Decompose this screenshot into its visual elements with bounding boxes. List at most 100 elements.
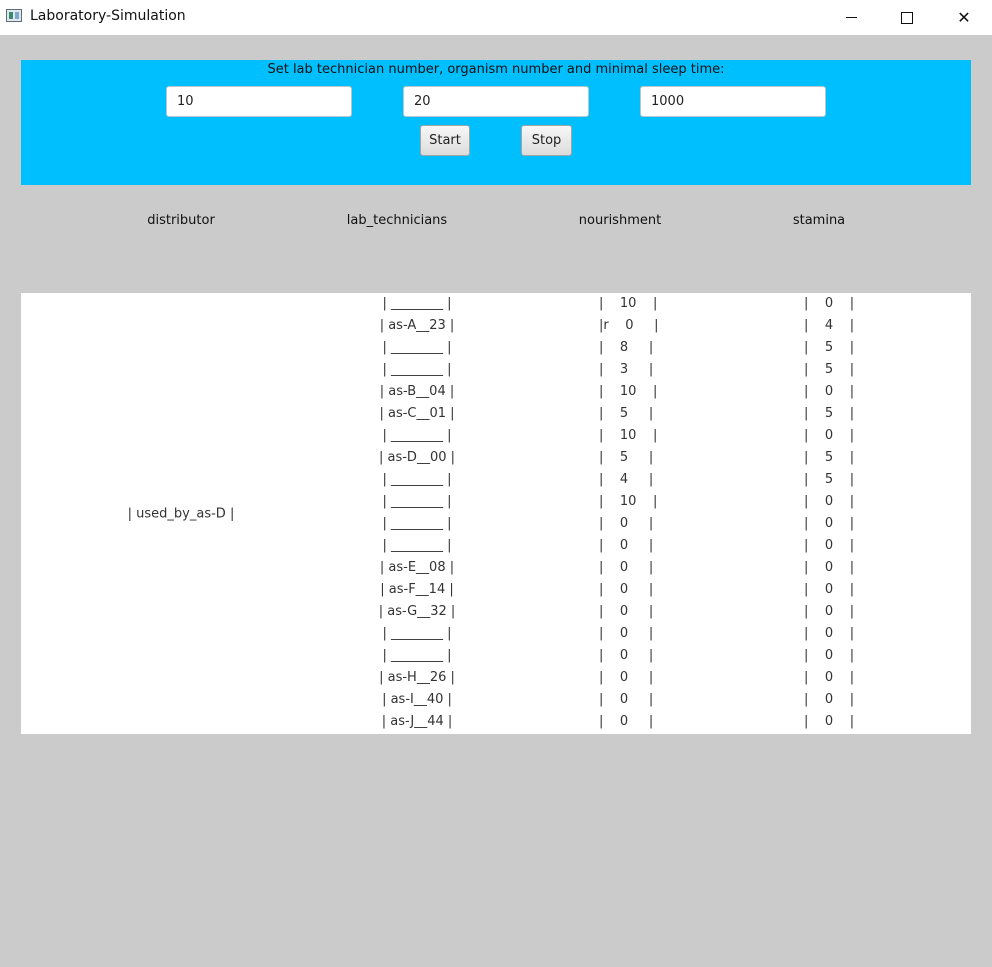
lab-technician-cell: | as-I__40 | — [382, 692, 452, 707]
lab-technician-cell: | ________ | — [382, 648, 452, 663]
stop-button[interactable]: Stop — [521, 125, 572, 156]
stamina-cell: | 0 | — [804, 494, 855, 509]
lab-technician-cell: | ________ | — [382, 472, 452, 487]
app-icon — [6, 9, 22, 22]
table-row: | as-H__26 | | 0 | | 0 | — [21, 667, 971, 689]
table-row: | as-F__14 | | 0 | | 0 | — [21, 579, 971, 601]
stamina-cell: | 4 | — [804, 318, 855, 333]
stamina-cell: | 0 | — [804, 428, 855, 443]
table-row: | as-B__04 | | 10 | | 0 | — [21, 381, 971, 403]
table-row: | as-A__23 | |r 0 | | 4 | — [21, 315, 971, 337]
lab-technician-cell: | ________ | — [382, 516, 452, 531]
nourishment-cell: |r 0 | — [599, 318, 659, 333]
table-row: | ________ | | 10 | | 0 | — [21, 293, 971, 315]
table-row: | ________ | | 0 | | 0 | — [21, 623, 971, 645]
stamina-cell: | 5 | — [804, 340, 855, 355]
nourishment-cell: | 5 | — [599, 450, 654, 465]
stamina-cell: | 0 | — [804, 648, 855, 663]
table-row: | as-J__44 | | 0 | | 0 | — [21, 711, 971, 733]
stamina-cell: | 0 | — [804, 538, 855, 553]
nourishment-cell: | 0 | — [599, 582, 654, 597]
nourishment-cell: | 0 | — [599, 670, 654, 685]
stamina-cell: | 5 | — [804, 362, 855, 377]
nourishment-cell: | 10 | — [599, 296, 658, 311]
start-button[interactable]: Start — [420, 125, 470, 156]
lab-technician-cell: | as-B__04 | — [379, 384, 455, 399]
window-title: Laboratory-Simulation — [30, 8, 186, 24]
close-icon: ✕ — [957, 8, 971, 27]
lab-technician-cell: | as-G__32 | — [378, 604, 456, 619]
table-row: | ________ | | 0 | | 0 | — [21, 645, 971, 667]
lab-technician-cell: | as-D__00 | — [378, 450, 456, 465]
stamina-cell: | 0 | — [804, 384, 855, 399]
table-row: | as-D__00 | | 5 | | 5 | — [21, 447, 971, 469]
lab-technician-cell: | ________ | — [382, 428, 452, 443]
stamina-cell: | 0 | — [804, 670, 855, 685]
lab-technician-cell: | as-E__08 | — [379, 560, 455, 575]
stamina-cell: | 5 | — [804, 406, 855, 421]
lab-technician-cell: | ________ | — [382, 362, 452, 377]
nourishment-cell: | 0 | — [599, 560, 654, 575]
lab-technician-cell: | ________ | — [382, 538, 452, 553]
header-nourishment: nourishment — [578, 213, 662, 228]
maximize-icon — [901, 11, 913, 24]
lab-technician-cell: | as-C__01 | — [379, 406, 455, 421]
nourishment-cell: | 0 | — [599, 648, 654, 663]
simulation-table: | used_by_as-D | | ________ | | 10 | | 0 |… — [21, 293, 971, 734]
stamina-cell: | 0 | — [804, 626, 855, 641]
lab-technician-cell: | as-A__23 | — [379, 318, 455, 333]
title-bar: Laboratory-Simulation ✕ — [0, 0, 992, 35]
table-row: | ________ | | 0 | | 0 | — [21, 513, 971, 535]
table-row: | ________ | | 10 | | 0 | — [21, 491, 971, 513]
lab-technician-cell: | as-J__44 | — [381, 714, 453, 729]
table-row: | ________ | | 8 | | 5 | — [21, 337, 971, 359]
close-button[interactable]: ✕ — [941, 0, 987, 35]
table-row: | as-E__08 | | 0 | | 0 | — [21, 557, 971, 579]
table-row: | as-C__01 | | 5 | | 5 | — [21, 403, 971, 425]
sleep-time-field[interactable]: 1000 — [640, 86, 826, 117]
lab-technician-cell: | ________ | — [382, 296, 452, 311]
lab-technician-cell: | ________ | — [382, 626, 452, 641]
lab-technician-cell: | as-F__14 | — [380, 582, 454, 597]
lab-technician-cell: | ________ | — [382, 340, 452, 355]
table-row: | as-I__40 | | 0 | | 0 | — [21, 689, 971, 711]
stamina-cell: | 5 | — [804, 450, 855, 465]
minimize-button[interactable] — [828, 0, 874, 35]
panel-prompt: Set lab technician number, organism numb… — [267, 62, 725, 77]
table-row: | ________ | | 0 | | 0 | — [21, 535, 971, 557]
header-stamina: stamina — [792, 213, 846, 228]
stamina-cell: | 0 | — [804, 714, 855, 729]
table-row: | as-G__32 | | 0 | | 0 | — [21, 601, 971, 623]
stamina-cell: | 0 | — [804, 296, 855, 311]
organism-number-field[interactable]: 20 — [403, 86, 589, 117]
minimize-icon — [845, 17, 857, 18]
maximize-button[interactable] — [884, 0, 930, 35]
header-lab-technicians: lab_technicians — [346, 213, 448, 228]
nourishment-cell: | 10 | — [599, 384, 658, 399]
nourishment-cell: | 4 | — [599, 472, 654, 487]
nourishment-cell: | 10 | — [599, 494, 658, 509]
nourishment-cell: | 8 | — [599, 340, 654, 355]
nourishment-cell: | 3 | — [599, 362, 654, 377]
stamina-cell: | 0 | — [804, 560, 855, 575]
lab-technician-cell: | ________ | — [382, 494, 452, 509]
lab-technician-cell: | as-H__26 | — [379, 670, 455, 685]
stamina-cell: | 0 | — [804, 516, 855, 531]
nourishment-cell: | 0 | — [599, 626, 654, 641]
table-row: | ________ | | 10 | | 0 | — [21, 425, 971, 447]
technician-number-field[interactable]: 10 — [166, 86, 352, 117]
nourishment-cell: | 0 | — [599, 692, 654, 707]
stamina-cell: | 0 | — [804, 692, 855, 707]
nourishment-cell: | 0 | — [599, 604, 654, 619]
nourishment-cell: | 0 | — [599, 538, 654, 553]
nourishment-cell: | 10 | — [599, 428, 658, 443]
table-row: | ________ | | 4 | | 5 | — [21, 469, 971, 491]
nourishment-cell: | 0 | — [599, 714, 654, 729]
stamina-cell: | 5 | — [804, 472, 855, 487]
stamina-cell: | 0 | — [804, 582, 855, 597]
control-panel: Set lab technician number, organism numb… — [21, 60, 971, 185]
header-distributor: distributor — [147, 213, 215, 228]
stamina-cell: | 0 | — [804, 604, 855, 619]
nourishment-cell: | 5 | — [599, 406, 654, 421]
nourishment-cell: | 0 | — [599, 516, 654, 531]
